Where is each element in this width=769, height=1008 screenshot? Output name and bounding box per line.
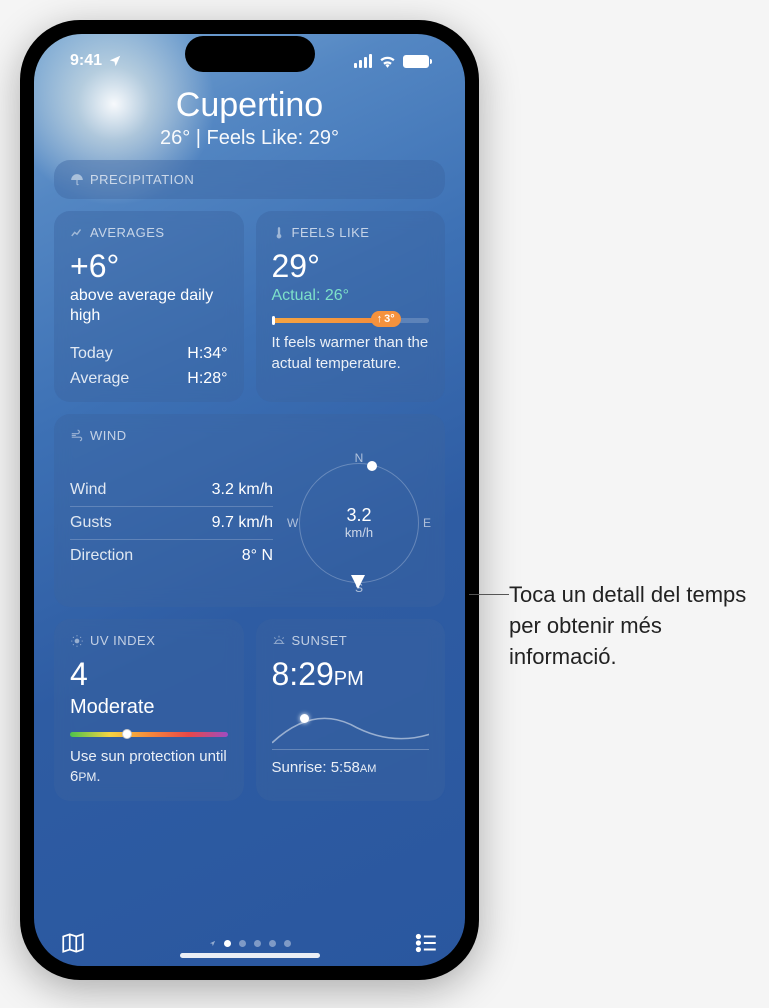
feelslike-actual: Actual: 26° [272, 286, 430, 307]
uv-level: Moderate [70, 694, 228, 720]
sunset-time: 8:29PM [272, 658, 430, 692]
home-indicator[interactable] [180, 953, 320, 958]
umbrella-icon [70, 173, 84, 187]
sunset-chart [272, 700, 430, 750]
page-dot [269, 940, 276, 947]
uv-title: UV INDEX [90, 633, 155, 648]
wind-speed-value: 3.2 km/h [212, 481, 273, 499]
uv-slider [70, 732, 228, 737]
feelslike-title: FEELS LIKE [292, 225, 370, 240]
feelslike-desc: It feels warmer than the actual temperat… [272, 333, 430, 374]
page-dot [284, 940, 291, 947]
signal-icon [354, 54, 372, 68]
page-dot [254, 940, 261, 947]
wind-speed-label: Wind [70, 481, 106, 499]
weather-screen: 9:41 Cupertino 26° | Feels Like: 29° PRE… [34, 34, 465, 966]
avg-average-value: H:28° [187, 370, 227, 388]
status-time: 9:41 [70, 52, 102, 70]
temp-summary: 26° | Feels Like: 29° [54, 127, 445, 150]
feelslike-diff-pill: ↑3° [371, 311, 401, 327]
location-icon [108, 54, 122, 68]
wind-gusts-label: Gusts [70, 514, 112, 532]
sunset-title: SUNSET [292, 633, 348, 648]
wifi-icon [379, 55, 396, 68]
wind-tile[interactable]: WIND Wind 3.2 km/h Gusts 9.7 km/h Directio… [54, 414, 445, 607]
averages-desc: above average daily high [70, 286, 228, 328]
uv-tile[interactable]: UV INDEX 4 Moderate Use sun protection u… [54, 619, 244, 801]
location-header[interactable]: Cupertino 26° | Feels Like: 29° [34, 70, 465, 160]
feelslike-slider: ↑3° [272, 318, 430, 323]
precipitation-tile[interactable]: PRECIPITATION [54, 160, 445, 199]
feelslike-value: 29° [272, 250, 430, 284]
chart-icon [70, 226, 84, 240]
uv-value: 4 [70, 658, 228, 692]
bottom-toolbar [34, 916, 465, 966]
averages-tile[interactable]: AVERAGES +6° above average daily high To… [54, 211, 244, 402]
list-icon[interactable] [413, 930, 439, 956]
page-indicator[interactable] [209, 940, 291, 947]
location-dot-icon [209, 940, 216, 947]
feelslike-tile[interactable]: FEELS LIKE 29° Actual: 26° ↑3° It feels … [256, 211, 446, 402]
avg-average-label: Average [70, 370, 129, 388]
page-dot [239, 940, 246, 947]
wind-compass: N S W E 3.2km/h [289, 453, 429, 593]
avg-today-value: H:34° [187, 345, 227, 363]
wind-gusts-value: 9.7 km/h [212, 514, 273, 532]
uv-desc: Use sun protection until 6PM. [70, 747, 228, 788]
map-icon[interactable] [60, 930, 86, 956]
compass-unit: km/h [345, 526, 373, 540]
wind-direction-label: Direction [70, 547, 133, 565]
avg-today-label: Today [70, 345, 113, 363]
compass-value: 3.2 [346, 506, 371, 526]
sun-icon [70, 634, 84, 648]
dynamic-island [185, 36, 315, 72]
wind-arrow-head [351, 575, 365, 589]
wind-direction-value: 8° N [242, 547, 273, 565]
sunrise-label: Sunrise: 5:58AM [272, 758, 430, 778]
page-dot [224, 940, 231, 947]
sunset-icon [272, 634, 286, 648]
callout-annotation: Toca un detall del temps per obtenir més… [509, 580, 749, 672]
iphone-frame: 9:41 Cupertino 26° | Feels Like: 29° PRE… [20, 20, 479, 980]
sunset-tile[interactable]: SUNSET 8:29PM Sunrise: 5:58AM [256, 619, 446, 801]
wind-icon [70, 429, 84, 443]
averages-title: AVERAGES [90, 225, 165, 240]
battery-icon [403, 55, 429, 68]
wind-title: WIND [90, 428, 127, 443]
averages-value: +6° [70, 250, 228, 284]
thermometer-icon [272, 226, 286, 240]
city-name: Cupertino [54, 86, 445, 125]
precipitation-title: PRECIPITATION [90, 172, 194, 187]
